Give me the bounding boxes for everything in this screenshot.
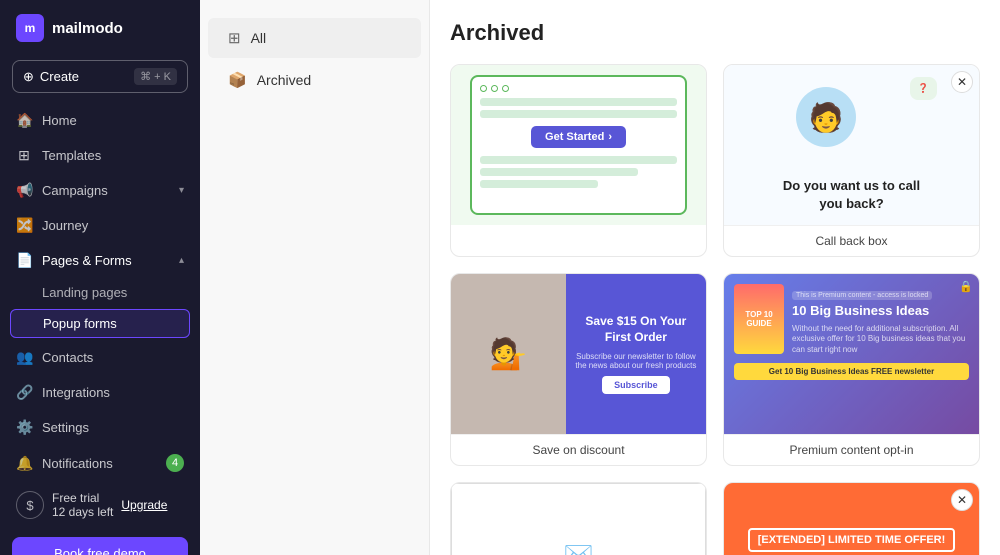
card-image-premium: 🔒 TOP 10 GUIDE This is Premium content -… xyxy=(724,274,979,434)
dot1 xyxy=(480,85,487,92)
extended-title: [EXTENDED] LIMITED TIME OFFER! xyxy=(748,528,956,552)
chevron-down-icon: ▾ xyxy=(179,185,184,196)
person-illustration: 🧑 xyxy=(796,87,856,147)
template-label-premium: Premium content opt-in xyxy=(724,434,979,465)
sidebar-item-popup-forms[interactable]: Popup forms xyxy=(10,309,190,338)
arrow-right-icon: › xyxy=(608,131,612,143)
premium-cta: Get 10 Big Business Ideas FREE newslette… xyxy=(734,363,969,380)
card-image-discount: 💁 Save $15 On Your First Order Subscribe… xyxy=(451,274,706,434)
template-card-extended[interactable]: ✕ [EXTENDED] LIMITED TIME OFFER! 🐝✨ xyxy=(723,482,980,555)
discount-title: Save $15 On Your First Order xyxy=(574,314,698,345)
create-shortcut: ⌘ + K xyxy=(134,68,177,85)
template-card-get-started[interactable]: Get Started › xyxy=(450,64,707,257)
middle-panel: ⊞ All 📦 Archived xyxy=(200,0,430,555)
home-icon: 🏠 xyxy=(16,112,32,129)
sidebar-item-campaigns[interactable]: 📢 Campaigns ▾ xyxy=(0,173,200,208)
create-button[interactable]: ⊕ Create ⌘ + K xyxy=(12,60,188,93)
card-image-call-back: ✕ 🧑 ❓ Do you want us to callyou back? xyxy=(724,65,979,225)
templates-icon: ⊞ xyxy=(16,147,32,164)
close-icon[interactable]: ✕ xyxy=(951,489,973,511)
dot3 xyxy=(502,85,509,92)
sidebar-item-integrations[interactable]: 🔗 Integrations xyxy=(0,375,200,410)
card-image-call-back-small: ✉️ Do you want us to call you back? xyxy=(451,483,706,555)
template-label-discount: Save on discount xyxy=(451,434,706,465)
sidebar-item-notifications[interactable]: 🔔 Notifications 4 xyxy=(0,445,200,481)
template-card-call-back-small[interactable]: ✉️ Do you want us to call you back? xyxy=(450,482,707,555)
contacts-icon: 👥 xyxy=(16,349,32,366)
sidebar-bottom: 🔔 Notifications 4 $ Free trial 12 days l… xyxy=(0,445,200,555)
free-trial-icon: $ xyxy=(16,491,44,519)
content-line xyxy=(480,168,637,176)
sidebar-item-templates[interactable]: ⊞ Templates xyxy=(0,138,200,173)
logo-text: mailmodo xyxy=(52,20,123,37)
content-line xyxy=(480,156,677,164)
template-label-call-back: Call back box xyxy=(724,225,979,256)
journey-icon: 🔀 xyxy=(16,217,32,234)
content-line xyxy=(480,110,677,118)
pages-forms-icon: 📄 xyxy=(16,252,32,269)
browser-mockup: Get Started › xyxy=(470,75,687,215)
free-trial-box: $ Free trial 12 days left Upgrade xyxy=(0,481,200,529)
campaigns-icon: 📢 xyxy=(16,182,32,199)
lock-icon: 🔒 xyxy=(959,280,973,293)
main-content: Archived Get Started › xyxy=(430,0,1000,555)
discount-subtitle: Subscribe our newsletter to follow the n… xyxy=(574,352,698,370)
chevron-up-icon: ▴ xyxy=(179,255,184,266)
template-card-call-back[interactable]: ✕ 🧑 ❓ Do you want us to callyou back? Ca… xyxy=(723,64,980,257)
sidebar-item-journey[interactable]: 🔀 Journey xyxy=(0,208,200,243)
middle-item-all[interactable]: ⊞ All xyxy=(208,18,421,58)
sidebar-item-home[interactable]: 🏠 Home xyxy=(0,103,200,138)
discount-illustration: 💁 xyxy=(451,274,566,434)
sidebar-item-settings[interactable]: ⚙️ Settings xyxy=(0,410,200,445)
sidebar-item-pages-forms[interactable]: 📄 Pages & Forms ▴ xyxy=(0,243,200,278)
content-line xyxy=(480,98,677,106)
card2-illustration: 🧑 ❓ xyxy=(736,77,967,171)
integrations-icon: 🔗 xyxy=(16,384,32,401)
sidebar: m mailmodo ⊕ Create ⌘ + K 🏠 Home ⊞ Templ… xyxy=(0,0,200,555)
free-trial-label: Free trial xyxy=(52,491,113,505)
settings-icon: ⚙️ xyxy=(16,419,32,436)
sidebar-item-landing-pages[interactable]: Landing pages xyxy=(0,278,200,307)
logo-icon: m xyxy=(16,14,44,42)
discount-button: Subscribe xyxy=(602,376,670,394)
book-demo-button[interactable]: Book free demo xyxy=(12,537,188,555)
premium-tag: This is Premium content - access is lock… xyxy=(792,291,932,300)
premium-heading: 10 Big Business Ideas xyxy=(792,303,969,320)
middle-item-archived[interactable]: 📦 Archived xyxy=(208,60,421,100)
days-left-label: 12 days left xyxy=(52,505,113,519)
phone-icon: ✉️ xyxy=(564,540,594,555)
grid-icon: ⊞ xyxy=(228,29,241,47)
sidebar-logo: m mailmodo xyxy=(0,0,200,56)
discount-content: Save $15 On Your First Order Subscribe o… xyxy=(566,274,706,434)
premium-cover: TOP 10 GUIDE xyxy=(734,284,784,354)
upgrade-link[interactable]: Upgrade xyxy=(121,498,167,512)
template-grid: Get Started › ✕ 🧑 ❓ Do you wa xyxy=(450,64,980,555)
card-image-extended: ✕ [EXTENDED] LIMITED TIME OFFER! 🐝✨ xyxy=(724,483,979,555)
premium-desc: Without the need for additional subscrip… xyxy=(792,324,969,355)
bell-icon: 🔔 xyxy=(16,455,32,472)
page-title: Archived xyxy=(450,20,980,46)
content-line xyxy=(480,180,598,188)
template-card-premium[interactable]: 🔒 TOP 10 GUIDE This is Premium content -… xyxy=(723,273,980,466)
premium-top: TOP 10 GUIDE This is Premium content - a… xyxy=(734,284,969,355)
sidebar-item-contacts[interactable]: 👥 Contacts xyxy=(0,340,200,375)
premium-text: This is Premium content - access is lock… xyxy=(792,284,969,355)
notifications-badge: 4 xyxy=(166,454,184,472)
archive-icon: 📦 xyxy=(228,71,247,89)
plus-icon: ⊕ xyxy=(23,69,34,85)
template-card-discount[interactable]: 💁 Save $15 On Your First Order Subscribe… xyxy=(450,273,707,466)
close-icon[interactable]: ✕ xyxy=(951,71,973,93)
card-image-get-started: Get Started › xyxy=(451,65,706,225)
dot2 xyxy=(491,85,498,92)
card2-text: Do you want us to callyou back? xyxy=(783,177,920,213)
get-started-btn-preview: Get Started › xyxy=(531,126,626,148)
speech-bubble: ❓ xyxy=(910,77,937,100)
